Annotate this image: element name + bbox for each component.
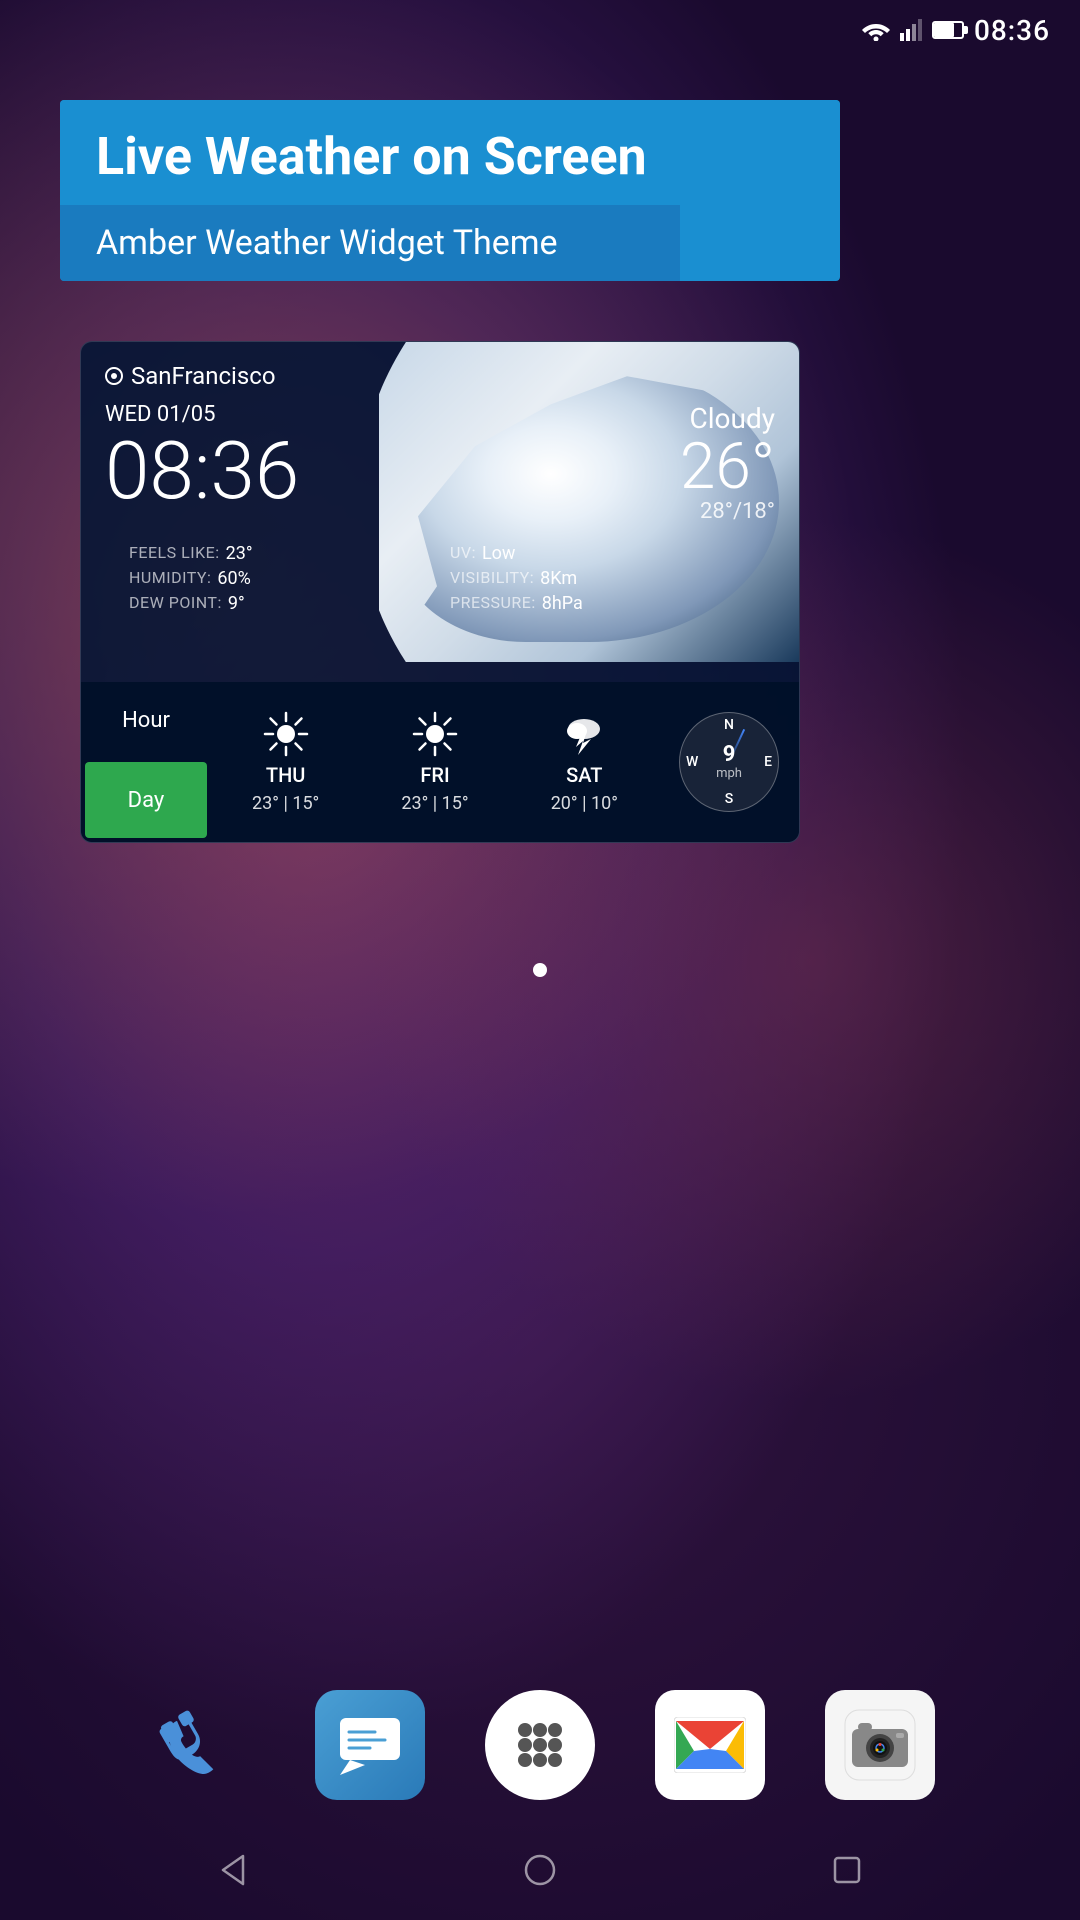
promo-subtitle: Amber Weather Widget Theme [96,223,644,263]
status-time: 08:36 [974,14,1050,47]
tab-hour[interactable]: Hour [81,682,211,758]
pressure-value: 8hPa [542,593,583,614]
weather-condition: Cloudy 26° 28°/18° [680,402,775,524]
forecast-days: THU 23° | 15° [211,682,659,842]
weather-details: FEELS LIKE: 23° UV: Low HUMIDITY: 60% VI… [105,527,775,634]
nav-bar [0,1820,1080,1920]
visibility-value: 8Km [540,568,577,589]
feels-like-label: FEELS LIKE: [129,543,220,564]
compass-east: E [764,754,772,770]
humidity-row: HUMIDITY: 60% [129,568,430,589]
compass-west: W [686,754,698,770]
sun-icon-fri [412,711,458,757]
uv-value: Low [482,543,516,564]
compass-center: 9 mph [716,744,742,781]
wifi-icon [862,19,890,41]
back-button[interactable] [215,1852,251,1888]
pressure-row: PRESSURE: 8hPa [450,593,751,614]
visibility-row: VISIBILITY: 8Km [450,568,751,589]
uv-label: UV: [450,543,476,564]
dock [0,1690,1080,1800]
status-bar: 08:36 [0,0,1080,60]
dew-point-value: 9° [228,593,245,614]
forecast-fri-temps: 23° | 15° [401,793,468,814]
messages-icon [335,1710,405,1780]
humidity-value: 60% [217,568,250,589]
dew-point-row: DEW POINT: 9° [129,593,430,614]
home-button[interactable] [522,1852,558,1888]
promo-card[interactable]: Live Weather on Screen Amber Weather Wid… [60,100,840,281]
promo-subtitle-bar: Amber Weather Widget Theme [60,205,680,281]
phone-app[interactable] [145,1690,255,1800]
widget-bottom: Hour Day [81,682,799,842]
compass-north: N [724,717,734,733]
widget-location: SanFrancisco [105,362,775,390]
recent-icon [829,1852,865,1888]
home-dots [0,963,1080,977]
forecast-day-fri: FRI 23° | 15° [360,682,509,842]
forecast-day-sat: SAT 20° | 10° [510,682,659,842]
battery-icon [932,21,964,39]
visibility-label: VISIBILITY: [450,568,534,589]
wind-compass: N S E W 9 mph [659,682,799,842]
signal-icon [900,19,922,41]
widget-top: SanFrancisco WED 01/05 08:36 Cloudy 26° … [81,342,799,682]
location-icon [105,367,123,385]
recent-button[interactable] [829,1852,865,1888]
gmail-app[interactable] [655,1690,765,1800]
feels-like-row: FEELS LIKE: 23° [129,543,430,564]
widget-time: 08:36 [105,431,775,511]
home-icon [522,1852,558,1888]
gmail-icon [674,1717,746,1773]
forecast-sat-name: SAT [566,763,602,787]
humidity-label: HUMIDITY: [129,568,211,589]
forecast-thu-name: THU [266,763,305,787]
tab-day[interactable]: Day [85,762,207,838]
sun-icon-thu [263,711,309,757]
feels-like-value: 23° [226,543,253,564]
weather-widget[interactable]: SanFrancisco WED 01/05 08:36 Cloudy 26° … [80,341,800,843]
dew-point-label: DEW POINT: [129,593,222,614]
forecast-sat-temps: 20° | 10° [551,793,618,814]
phone-icon [155,1700,245,1790]
storm-icon-sat [561,711,607,757]
main-content: Live Weather on Screen Amber Weather Wid… [0,60,1080,843]
condition-temp: 26° [680,435,775,499]
forecast-day-thu: THU 23° | 15° [211,682,360,842]
back-icon [215,1852,251,1888]
dot-1 [533,963,547,977]
promo-title-bar: Live Weather on Screen [60,100,840,205]
promo-title: Live Weather on Screen [96,128,804,185]
uv-row: UV: Low [450,543,751,564]
forecast-tabs[interactable]: Hour Day [81,682,211,842]
drawer-icon [510,1715,570,1775]
status-icons: 08:36 [862,14,1050,47]
wind-speed: 9 [716,744,742,766]
forecast-thu-temps: 23° | 15° [252,793,319,814]
drawer-app[interactable] [485,1690,595,1800]
location-name: SanFrancisco [131,362,276,390]
wind-unit: mph [716,766,742,781]
camera-icon [844,1709,916,1781]
messages-app[interactable] [315,1690,425,1800]
pressure-label: PRESSURE: [450,593,536,614]
forecast-fri-name: FRI [420,763,449,787]
camera-app[interactable] [825,1690,935,1800]
compass-circle: N S E W 9 mph [679,712,779,812]
compass-south: S [725,791,733,807]
